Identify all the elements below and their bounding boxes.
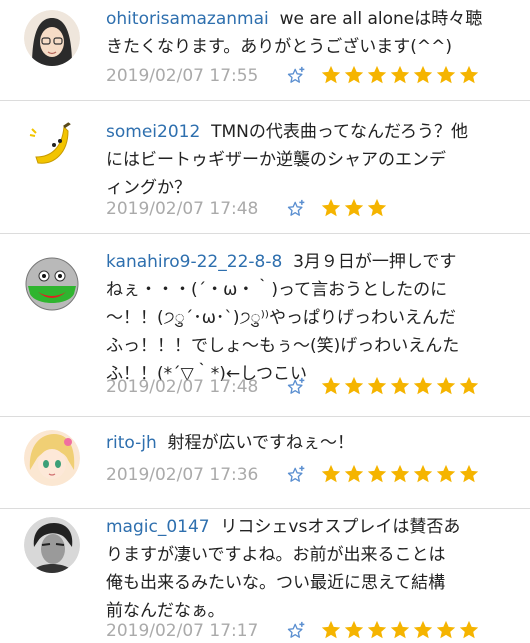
username-link[interactable]: somei2012	[106, 122, 200, 142]
user-avatar[interactable]	[24, 430, 80, 486]
comment-line: ohitorisamazanmai we are all aloneは時々聴	[106, 9, 483, 29]
star-icon	[343, 375, 365, 397]
user-avatar[interactable]	[24, 517, 80, 573]
star-icon	[343, 64, 365, 86]
comment-item: magic_0147 リコシェvsオスプレイは賛否あ りますが凄いですよね。お前…	[0, 509, 530, 643]
username-link[interactable]: rito-jh	[106, 433, 157, 453]
star-icon	[458, 375, 480, 397]
star-icon	[458, 619, 480, 641]
star-plus-icon[interactable]	[286, 66, 306, 86]
star-icon	[320, 463, 342, 485]
star-icon	[435, 64, 457, 86]
comment-body: ohitorisamazanmai we are all aloneは時々聴 き…	[106, 5, 520, 61]
comment-body: magic_0147 リコシェvsオスプレイは賛否あ りますが凄いですよね。お前…	[106, 513, 520, 625]
star-rating	[320, 375, 481, 399]
star-icon	[320, 64, 342, 86]
comment-line: somei2012 TMNの代表曲ってなんだろう？他	[106, 122, 468, 142]
star-icon	[320, 197, 342, 219]
username-link[interactable]: ohitorisamazanmai	[106, 9, 269, 29]
star-icon	[412, 64, 434, 86]
star-icon	[343, 463, 365, 485]
star-plus-icon[interactable]	[286, 199, 306, 219]
timestamp: 2019/02/07 17:48	[106, 377, 259, 397]
star-icon	[458, 463, 480, 485]
star-icon	[389, 619, 411, 641]
comment-list: ohitorisamazanmai we are all aloneは時々聴 き…	[0, 0, 530, 643]
star-rating	[320, 64, 481, 88]
comment-line: きたくなります。ありがとうございます(^^)	[106, 37, 453, 57]
comment-line: 〜！！(੭ु´･ω･`)੭ु⁾⁾やっぱりげっわいえんだ	[106, 308, 456, 328]
star-rating	[320, 619, 481, 643]
comment-item: ohitorisamazanmai we are all aloneは時々聴 き…	[0, 0, 530, 101]
comment-body: rito-jh 射程が広いですねぇ〜！	[106, 429, 520, 457]
star-icon	[343, 619, 365, 641]
comment-item: kanahiro9-22_22-8-8 3月９日が一押しです ねぇ・・・(´・ω…	[0, 234, 530, 417]
username-link[interactable]: kanahiro9-22_22-8-8	[106, 252, 282, 272]
star-icon	[366, 64, 388, 86]
star-rating	[320, 463, 481, 487]
star-icon	[366, 197, 388, 219]
comment-line: ふっ！！！でしょ〜もぅ〜(笑)げっわいえんた	[106, 336, 460, 356]
star-rating	[320, 197, 389, 221]
star-icon	[366, 619, 388, 641]
comment-body: somei2012 TMNの代表曲ってなんだろう？他 にはビートゥギザーか逆襲の…	[106, 118, 520, 202]
star-icon	[458, 64, 480, 86]
star-icon	[389, 463, 411, 485]
star-icon	[435, 619, 457, 641]
star-icon	[412, 463, 434, 485]
star-plus-icon[interactable]	[286, 377, 306, 397]
timestamp: 2019/02/07 17:36	[106, 465, 259, 485]
comment-line: kanahiro9-22_22-8-8 3月９日が一押しです	[106, 252, 457, 272]
comment-line: りますが凄いですよね。お前が出来ることは	[106, 545, 446, 565]
comment-line: magic_0147 リコシェvsオスプレイは賛否あ	[106, 517, 461, 537]
timestamp: 2019/02/07 17:17	[106, 621, 259, 641]
star-icon	[366, 375, 388, 397]
username-link[interactable]: magic_0147	[106, 517, 210, 537]
timestamp: 2019/02/07 17:55	[106, 66, 259, 86]
star-icon	[412, 619, 434, 641]
user-avatar[interactable]	[24, 10, 80, 66]
star-icon	[343, 197, 365, 219]
user-avatar[interactable]	[24, 117, 80, 173]
star-icon	[366, 463, 388, 485]
timestamp: 2019/02/07 17:48	[106, 199, 259, 219]
star-icon	[435, 375, 457, 397]
star-icon	[320, 619, 342, 641]
star-icon	[320, 375, 342, 397]
comment-line: rito-jh 射程が広いですねぇ〜！	[106, 433, 355, 453]
comment-body: kanahiro9-22_22-8-8 3月９日が一押しです ねぇ・・・(´・ω…	[106, 248, 520, 388]
star-icon	[412, 375, 434, 397]
comment-item: somei2012 TMNの代表曲ってなんだろう？他 にはビートゥギザーか逆襲の…	[0, 101, 530, 234]
user-avatar[interactable]	[24, 256, 80, 312]
star-icon	[435, 463, 457, 485]
star-plus-icon[interactable]	[286, 465, 306, 485]
star-plus-icon[interactable]	[286, 621, 306, 641]
star-icon	[389, 375, 411, 397]
comment-item: rito-jh 射程が広いですねぇ〜！ 2019/02/07 17:36	[0, 417, 530, 509]
comment-line: にはビートゥギザーか逆襲のシャアのエンデ	[106, 150, 446, 170]
comment-line: 俺も出来るみたいな。つい最近に思えて結構	[106, 573, 446, 593]
comment-line: ねぇ・・・(´・ω・｀)って言おうとしたのに	[106, 280, 448, 300]
star-icon	[389, 64, 411, 86]
